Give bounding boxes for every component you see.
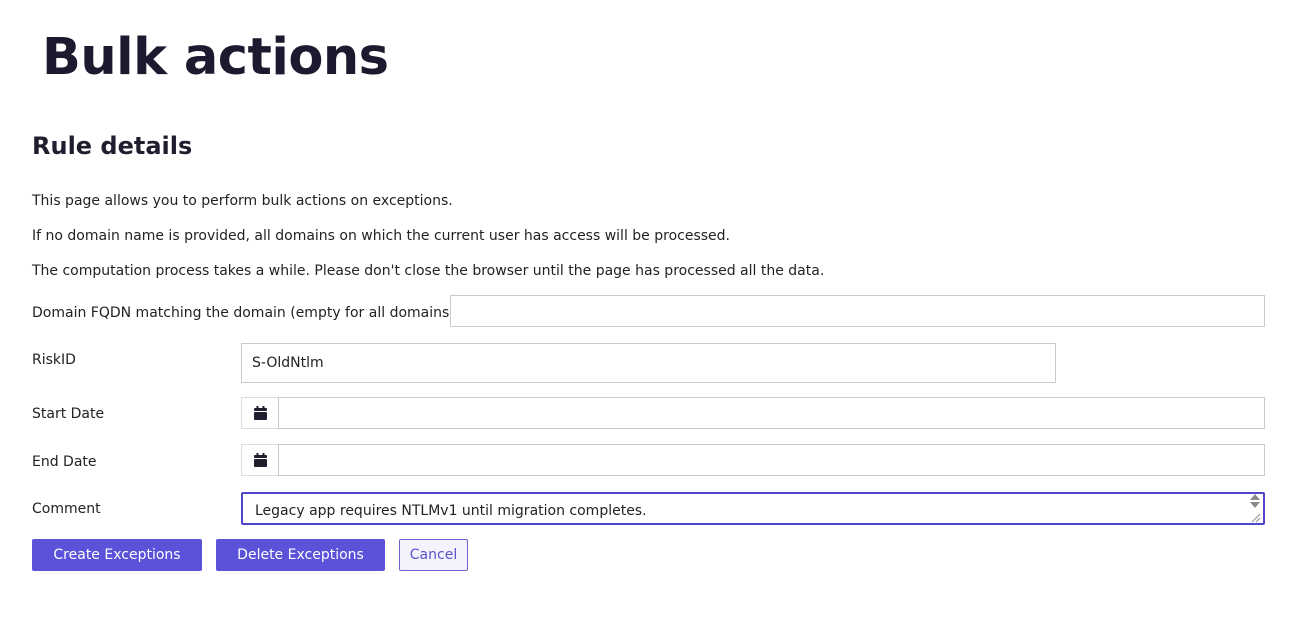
calendar-icon <box>253 406 267 420</box>
start-date-input[interactable] <box>278 397 1265 429</box>
textarea-scroll-arrows[interactable] <box>1249 493 1261 523</box>
comment-textarea[interactable]: Legacy app requires NTLMv1 until migrati… <box>241 492 1265 525</box>
start-date-label: Start Date <box>32 406 105 422</box>
resize-grip-icon <box>1251 513 1261 523</box>
section-title: Rule details <box>32 132 193 160</box>
delete-exceptions-button[interactable]: Delete Exceptions <box>216 539 385 571</box>
page-title: Bulk actions <box>42 28 389 87</box>
scroll-up-icon <box>1250 494 1260 500</box>
scroll-down-icon <box>1250 502 1260 508</box>
end-date-picker-button[interactable] <box>241 444 279 476</box>
risk-id-label: RiskID <box>32 352 76 368</box>
calendar-icon <box>253 453 267 467</box>
domain-fqdn-input[interactable] <box>450 295 1265 327</box>
domain-fqdn-label: Domain FQDN matching the domain (empty f… <box>32 305 455 321</box>
info-text-bulk-actions: This page allows you to perform bulk act… <box>32 193 453 209</box>
start-date-picker-button[interactable] <box>241 397 279 429</box>
cancel-button[interactable]: Cancel <box>399 539 468 571</box>
end-date-label: End Date <box>32 454 97 470</box>
create-exceptions-button[interactable]: Create Exceptions <box>32 539 202 571</box>
comment-label: Comment <box>32 501 101 517</box>
end-date-input[interactable] <box>278 444 1265 476</box>
risk-id-input[interactable] <box>241 343 1056 383</box>
info-text-domains: If no domain name is provided, all domai… <box>32 228 730 244</box>
info-text-processing: The computation process takes a while. P… <box>32 263 825 279</box>
